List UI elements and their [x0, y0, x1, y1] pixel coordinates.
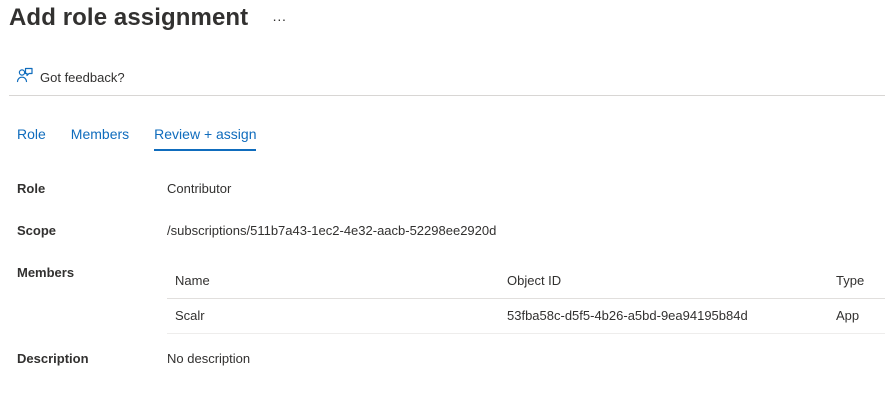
- member-name: Scalr: [175, 308, 205, 323]
- role-label: Role: [17, 181, 46, 196]
- role-value: Contributor: [167, 181, 232, 196]
- column-header-object-id: Object ID: [507, 273, 562, 288]
- scope-value: /subscriptions/511b7a43-1ec2-4e32-aacb-5…: [167, 223, 497, 238]
- member-object-id: 53fba58c-d5f5-4b26-a5bd-9ea94195b84d: [507, 308, 748, 323]
- column-header-type: Type: [836, 273, 865, 288]
- feedback-person-icon: [16, 66, 34, 89]
- column-header-name: Name: [175, 273, 210, 288]
- feedback-button[interactable]: Got feedback?: [16, 66, 125, 89]
- page-title: Add role assignment: [9, 4, 249, 31]
- members-table: Name Object ID Type Scalr 53fba58c-d5f5-…: [167, 264, 885, 334]
- command-bar: Got feedback?: [9, 62, 885, 96]
- tab-review-assign[interactable]: Review + assign: [154, 126, 257, 151]
- tab-role[interactable]: Role: [17, 126, 46, 149]
- tab-members[interactable]: Members: [71, 126, 129, 149]
- feedback-label: Got feedback?: [40, 70, 125, 85]
- members-label: Members: [17, 265, 75, 280]
- scope-label: Scope: [17, 223, 57, 238]
- wizard-tabs: Role Members Review + assign: [17, 126, 281, 151]
- member-type: App: [836, 308, 860, 323]
- more-options-button[interactable]: ···: [272, 10, 286, 26]
- description-value: No description: [167, 351, 251, 366]
- table-header-row: Name Object ID Type: [167, 264, 885, 299]
- description-label: Description: [17, 351, 89, 366]
- table-row: Scalr 53fba58c-d5f5-4b26-a5bd-9ea94195b8…: [167, 299, 885, 334]
- page-header: Add role assignment ···: [9, 4, 286, 32]
